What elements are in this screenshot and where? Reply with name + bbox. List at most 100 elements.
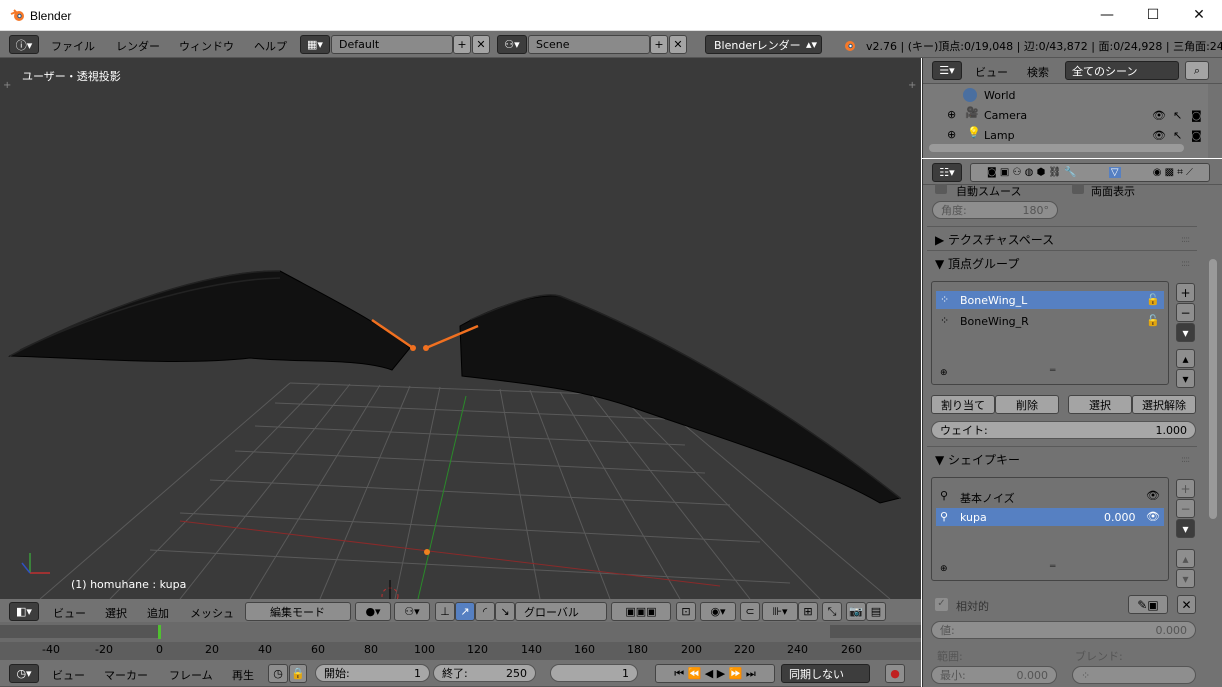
- list-item[interactable]: ⁘ BoneWing_L 🔓: [936, 291, 1164, 309]
- proportional-icon[interactable]: ◉▾: [700, 602, 736, 621]
- menu-outliner-search[interactable]: 検索: [1027, 64, 1049, 80]
- move-down-icon[interactable]: ▾: [1176, 569, 1195, 588]
- menu-help[interactable]: ヘルプ: [254, 38, 287, 54]
- menu-tl-view[interactable]: ビュー: [52, 667, 85, 683]
- resize-grip-icon[interactable]: ═: [1050, 366, 1055, 376]
- expand-icon[interactable]: ⊕: [947, 128, 956, 141]
- editor-type-info-icon[interactable]: ⓘ▾: [9, 35, 39, 54]
- cursor-icon[interactable]: ↖: [1173, 129, 1182, 142]
- magnet-icon[interactable]: ⊂: [740, 602, 760, 621]
- context-tabs[interactable]: ◙ ▣ ⚇ ◍ ⬢ ⛓ 🔧 ▽ ◉ ▩ ⌗ ⟋: [970, 163, 1210, 182]
- blend-field[interactable]: ⁘: [1072, 666, 1196, 684]
- eye-icon[interactable]: 👁: [1152, 129, 1166, 142]
- value-field[interactable]: 値: 0.000: [931, 621, 1196, 639]
- layout-field[interactable]: Default: [331, 35, 453, 54]
- deselect-button[interactable]: 選択解除: [1132, 395, 1196, 414]
- pivot-select-icon[interactable]: ⚇▾: [394, 602, 430, 621]
- menu-add[interactable]: 追加: [147, 605, 169, 621]
- timeline-area[interactable]: -40 -20 0 20 40 60 80 100 120 140 160 18…: [0, 622, 921, 660]
- menu-file[interactable]: ファイル: [51, 38, 95, 54]
- list-item[interactable]: ⁘ BoneWing_R 🔓: [936, 312, 1164, 330]
- close-button[interactable]: ✕: [1176, 0, 1222, 30]
- pin-icon[interactable]: ✎▣: [1128, 595, 1168, 614]
- move-up-icon[interactable]: ▴: [1176, 349, 1195, 368]
- manipulator-icon[interactable]: ⊥: [435, 602, 455, 621]
- clock-icon[interactable]: ◷: [268, 664, 288, 683]
- scale-icon[interactable]: ↘: [495, 602, 515, 621]
- anim-render-icon[interactable]: ▤: [866, 602, 886, 621]
- autosmooth-checkbox[interactable]: [935, 184, 947, 194]
- grip-icon[interactable]: ::::: [1181, 259, 1190, 269]
- menu-playback[interactable]: 再生: [232, 667, 254, 683]
- shape-key-menu-icon[interactable]: ▾: [1176, 519, 1195, 538]
- overlay-icon[interactable]: ⤡: [822, 602, 842, 621]
- render-icon[interactable]: 📷: [846, 602, 866, 621]
- menu-select[interactable]: 選択: [105, 605, 127, 621]
- expand-icon[interactable]: ⊕: [947, 108, 956, 121]
- list-item[interactable]: ⚲ 基本ノイズ 👁: [936, 487, 1164, 505]
- add-layout-icon[interactable]: +: [453, 35, 471, 54]
- properties-type-icon[interactable]: ☷▾: [932, 163, 962, 182]
- menu-window[interactable]: ウィンドウ: [179, 38, 234, 54]
- render-visibility-icon[interactable]: ◙: [1191, 129, 1202, 142]
- eye-icon[interactable]: 👁: [1152, 109, 1166, 122]
- orientation-select[interactable]: グローバル: [515, 602, 607, 621]
- rotate-icon[interactable]: ◜: [475, 602, 495, 621]
- snap-target-icon[interactable]: ⊞: [798, 602, 818, 621]
- shape-key-list[interactable]: ⚲ 基本ノイズ 👁 ⚲ kupa 0.000 👁 ⊕ ═: [931, 477, 1169, 581]
- search-icon[interactable]: ⌕: [1185, 61, 1209, 80]
- outliner-type-icon[interactable]: ☰▾: [932, 61, 962, 80]
- current-frame-marker[interactable]: [158, 625, 161, 639]
- menu-frame[interactable]: フレーム: [169, 667, 213, 683]
- occlude-icon[interactable]: ⊡: [676, 602, 696, 621]
- select-button[interactable]: 選択: [1068, 395, 1132, 414]
- record-icon[interactable]: ●: [885, 664, 905, 683]
- vertex-group-list[interactable]: ⁘ BoneWing_L 🔓 ⁘ BoneWing_R 🔓 ⊕ ═: [931, 281, 1169, 385]
- relative-checkbox[interactable]: ✓: [935, 598, 948, 611]
- move-down-icon[interactable]: ▾: [1176, 369, 1195, 388]
- select-mode-icons[interactable]: ▣▣▣: [611, 602, 671, 621]
- sync-select[interactable]: 同期しない: [781, 664, 870, 683]
- angle-field[interactable]: 角度: 180°: [932, 201, 1058, 219]
- end-frame-field[interactable]: 終了: 250: [433, 664, 536, 682]
- lock-icon[interactable]: 🔓: [1146, 314, 1160, 327]
- remove-scene-icon[interactable]: ✕: [669, 35, 687, 54]
- editor-type-timeline-icon[interactable]: ◷▾: [9, 664, 39, 683]
- render-engine-select[interactable]: Blenderレンダー ▴▾: [705, 35, 822, 54]
- remove-vertex-group-icon[interactable]: −: [1176, 303, 1195, 322]
- assign-button[interactable]: 割り当て: [931, 395, 995, 414]
- vertex-group-menu-icon[interactable]: ▾: [1176, 323, 1195, 342]
- menu-mesh[interactable]: メッシュ: [190, 605, 234, 621]
- remove-layout-icon[interactable]: ✕: [472, 35, 490, 54]
- menu-marker[interactable]: マーカー: [104, 667, 148, 683]
- maximize-button[interactable]: ☐: [1130, 0, 1176, 30]
- outliner-item-world[interactable]: World: [984, 89, 1016, 102]
- mode-select[interactable]: 編集モード: [245, 602, 351, 621]
- filter-toggle-icon[interactable]: ⊕: [940, 564, 948, 574]
- eye-icon[interactable]: 👁: [1146, 489, 1160, 502]
- filter-toggle-icon[interactable]: ⊕: [940, 368, 948, 378]
- outliner-item-lamp[interactable]: Lamp: [984, 129, 1015, 142]
- resize-grip-icon[interactable]: ═: [1050, 562, 1055, 572]
- outliner-hscroll[interactable]: [929, 144, 1184, 152]
- start-frame-field[interactable]: 開始: 1: [315, 664, 430, 682]
- menu-outliner-view[interactable]: ビュー: [975, 64, 1008, 80]
- 3d-viewport[interactable]: ユーザー・透視投影 + + (1) homuhane : kupa: [0, 58, 921, 599]
- add-scene-icon[interactable]: +: [650, 35, 668, 54]
- outliner-filter-select[interactable]: 全てのシーン: [1065, 61, 1179, 80]
- grip-icon[interactable]: ::::: [1181, 235, 1190, 245]
- cursor-icon[interactable]: ↖: [1173, 109, 1182, 122]
- minimize-button[interactable]: —: [1084, 0, 1130, 30]
- eye-icon[interactable]: 👁: [1146, 510, 1160, 523]
- double-sided-checkbox[interactable]: [1072, 184, 1084, 194]
- move-up-icon[interactable]: ▴: [1176, 549, 1195, 568]
- playback-controls[interactable]: ⏮ ⏪ ◀ ▶ ⏩ ⏭: [655, 664, 775, 683]
- properties-scrollbar[interactable]: [1209, 259, 1217, 519]
- min-field[interactable]: 最小: 0.000: [931, 666, 1057, 684]
- add-shape-key-icon[interactable]: +: [1176, 479, 1195, 498]
- lock-icon[interactable]: 🔒: [289, 664, 307, 683]
- current-frame-field[interactable]: 1: [550, 664, 638, 682]
- lock-icon[interactable]: 🔓: [1146, 293, 1160, 306]
- menu-render[interactable]: レンダー: [116, 38, 160, 54]
- translate-icon[interactable]: ↗: [455, 602, 475, 621]
